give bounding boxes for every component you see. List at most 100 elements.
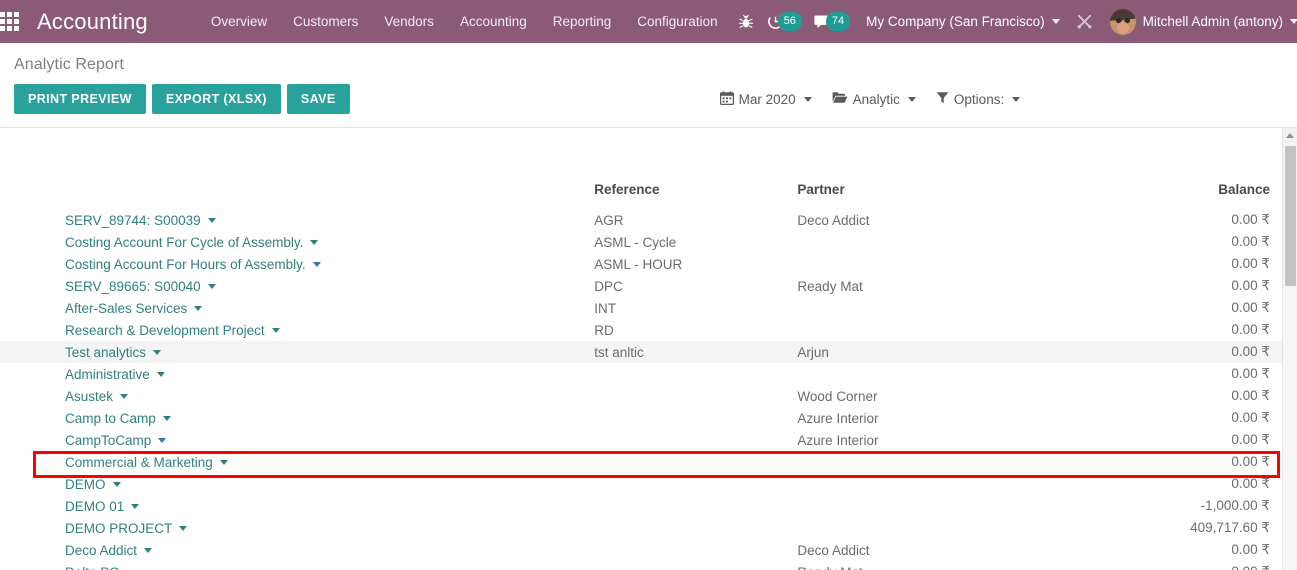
cell-partner: Deco Addict <box>797 542 870 558</box>
table-row[interactable]: Administrative 0.00 ₹ <box>0 363 1282 385</box>
account-link[interactable]: Delta PC <box>65 565 119 570</box>
company-name: My Company (San Francisco) <box>866 14 1045 29</box>
table-row[interactable]: Camp to Camp Azure Interior 0.00 ₹ <box>0 407 1282 429</box>
table-row[interactable]: DEMO PROJECT 409,717.60 ₹ <box>0 517 1282 539</box>
control-panel: Analytic Report PRINT PREVIEW EXPORT (XL… <box>0 43 1297 128</box>
analytic-filter[interactable]: Analytic <box>832 91 916 107</box>
chevron-down-icon <box>907 96 916 102</box>
print-preview-button[interactable]: PRINT PREVIEW <box>14 84 146 114</box>
column-header-name <box>0 182 594 209</box>
menu-item-vendors[interactable]: Vendors <box>371 1 447 42</box>
chevron-down-icon[interactable] <box>162 416 171 422</box>
table-row[interactable]: Costing Account For Hours of Assembly. AS… <box>0 253 1282 275</box>
chevron-down-icon[interactable] <box>207 284 216 290</box>
menu-item-configuration[interactable]: Configuration <box>624 1 730 42</box>
chevron-down-icon[interactable] <box>194 306 203 312</box>
table-row[interactable]: Delta PC Ready Mat0.00 ₹ <box>0 561 1282 570</box>
cell-balance: 0.00 ₹ <box>1231 366 1270 381</box>
cell-balance: 0.00 ₹ <box>1086 341 1282 363</box>
account-link[interactable]: DEMO PROJECT <box>65 521 172 536</box>
account-link[interactable]: Administrative <box>65 367 150 382</box>
table-row[interactable]: Research & Development Project RD 0.00 ₹ <box>0 319 1282 341</box>
account-link[interactable]: DEMO <box>65 477 106 492</box>
date-filter-label: Mar 2020 <box>738 91 796 107</box>
export-xlsx-button[interactable]: EXPORT (XLSX) <box>151 84 281 114</box>
tools-icon[interactable] <box>1070 0 1100 43</box>
table-row[interactable]: Test analytics tst anltic Arjun 0.00 ₹ <box>0 341 1282 363</box>
user-menu[interactable]: Mitchell Admin (antony) <box>1100 8 1297 35</box>
cell-partner <box>797 363 1087 385</box>
chevron-down-icon[interactable] <box>219 460 228 466</box>
cell-balance: 0.00 ₹ <box>1231 212 1270 227</box>
account-link[interactable]: After-Sales Services <box>65 301 187 316</box>
activities-counter[interactable]: 56 <box>767 12 802 31</box>
chevron-down-icon[interactable] <box>312 262 321 268</box>
chevron-down-icon <box>803 96 812 102</box>
table-row[interactable]: Costing Account For Cycle of Assembly. AS… <box>0 231 1282 253</box>
account-link[interactable]: Asustek <box>65 389 113 404</box>
account-link[interactable]: CampToCamp <box>65 433 151 448</box>
account-link[interactable]: Camp to Camp <box>65 411 156 426</box>
top-navbar: Accounting Overview Customers Vendors Ac… <box>0 0 1297 43</box>
options-filter[interactable]: Options: <box>936 91 1021 107</box>
vertical-scrollbar[interactable] <box>1282 128 1297 570</box>
table-row[interactable]: CampToCamp Azure Interior 0.00 ₹ <box>0 429 1282 451</box>
table-row[interactable]: Deco Addict Deco Addict 0.00 ₹ <box>0 539 1282 561</box>
account-link[interactable]: Research & Development Project <box>65 323 265 338</box>
scroll-up-arrow-icon[interactable] <box>1283 128 1297 143</box>
cell-account-name: Costing Account For Cycle of Assembly. <box>0 231 594 253</box>
cell-balance: 0.00 ₹ <box>1231 542 1270 557</box>
date-filter[interactable]: Mar 2020 <box>719 90 812 108</box>
cell-partner: Arjun <box>797 341 1087 363</box>
bug-icon[interactable] <box>731 0 761 43</box>
chevron-down-icon[interactable] <box>158 438 167 444</box>
table-row[interactable]: SERV_89665: S00040 DPC Ready Mat 0.00 ₹ <box>0 275 1282 297</box>
cell-reference: AGR <box>594 212 624 228</box>
menu-item-reporting[interactable]: Reporting <box>540 1 625 42</box>
table-row[interactable]: Asustek Wood Corner 0.00 ₹ <box>0 385 1282 407</box>
table-row[interactable]: SERV_89744: S00039 AGR Deco Addict 0.00 ₹ <box>0 209 1282 231</box>
chevron-down-icon[interactable] <box>120 394 129 400</box>
account-link[interactable]: SERV_89665: S00040 <box>65 279 201 294</box>
save-button[interactable]: SAVE <box>286 84 350 114</box>
cell-account-name: Camp to Camp <box>0 407 594 429</box>
table-row[interactable]: Commercial & Marketing 0.00 ₹ <box>0 451 1282 473</box>
chevron-down-icon[interactable] <box>310 240 319 246</box>
company-switcher[interactable]: My Company (San Francisco) <box>856 14 1070 29</box>
chevron-down-icon <box>1012 96 1021 102</box>
cell-reference <box>594 561 797 570</box>
account-link[interactable]: SERV_89744: S00039 <box>65 213 201 228</box>
options-filter-label: Options: <box>953 91 1005 107</box>
messages-count-badge: 74 <box>825 12 851 31</box>
menu-item-accounting[interactable]: Accounting <box>447 1 540 42</box>
account-link[interactable]: DEMO 01 <box>65 499 124 514</box>
cell-balance: -1,000.00 ₹ <box>1200 498 1270 513</box>
account-link[interactable]: Commercial & Marketing <box>65 455 213 470</box>
chevron-down-icon[interactable] <box>271 328 280 334</box>
account-link[interactable]: Test analytics <box>65 345 146 360</box>
chevron-down-icon[interactable] <box>156 372 165 378</box>
cell-account-name: Commercial & Marketing <box>0 451 594 473</box>
cell-balance: 0.00 ₹ <box>1231 234 1270 249</box>
scrollbar-thumb[interactable] <box>1285 146 1296 286</box>
chevron-down-icon[interactable] <box>179 526 188 532</box>
chevron-down-icon[interactable] <box>144 548 153 554</box>
cell-account-name: SERV_89665: S00040 <box>0 275 594 297</box>
table-row[interactable]: DEMO 01 -1,000.00 ₹ <box>0 495 1282 517</box>
cell-reference <box>594 495 797 517</box>
menu-item-overview[interactable]: Overview <box>198 1 280 42</box>
table-row[interactable]: After-Sales Services INT 0.00 ₹ <box>0 297 1282 319</box>
account-link[interactable]: Deco Addict <box>65 543 137 558</box>
chevron-down-icon[interactable] <box>112 482 121 488</box>
chevron-down-icon[interactable] <box>153 350 162 356</box>
table-row[interactable]: DEMO 0.00 ₹ <box>0 473 1282 495</box>
chevron-down-icon[interactable] <box>131 504 140 510</box>
apps-grid-icon[interactable] <box>0 0 19 43</box>
app-brand-title[interactable]: Accounting <box>19 9 154 35</box>
messages-counter[interactable]: 74 <box>814 12 851 31</box>
menu-item-customers[interactable]: Customers <box>280 1 371 42</box>
account-link[interactable]: Costing Account For Hours of Assembly. <box>65 257 306 272</box>
report-scroll-area: Reference Partner Balance SERV_89744: S0… <box>0 128 1282 570</box>
account-link[interactable]: Costing Account For Cycle of Assembly. <box>65 235 303 250</box>
chevron-down-icon[interactable] <box>207 218 216 224</box>
